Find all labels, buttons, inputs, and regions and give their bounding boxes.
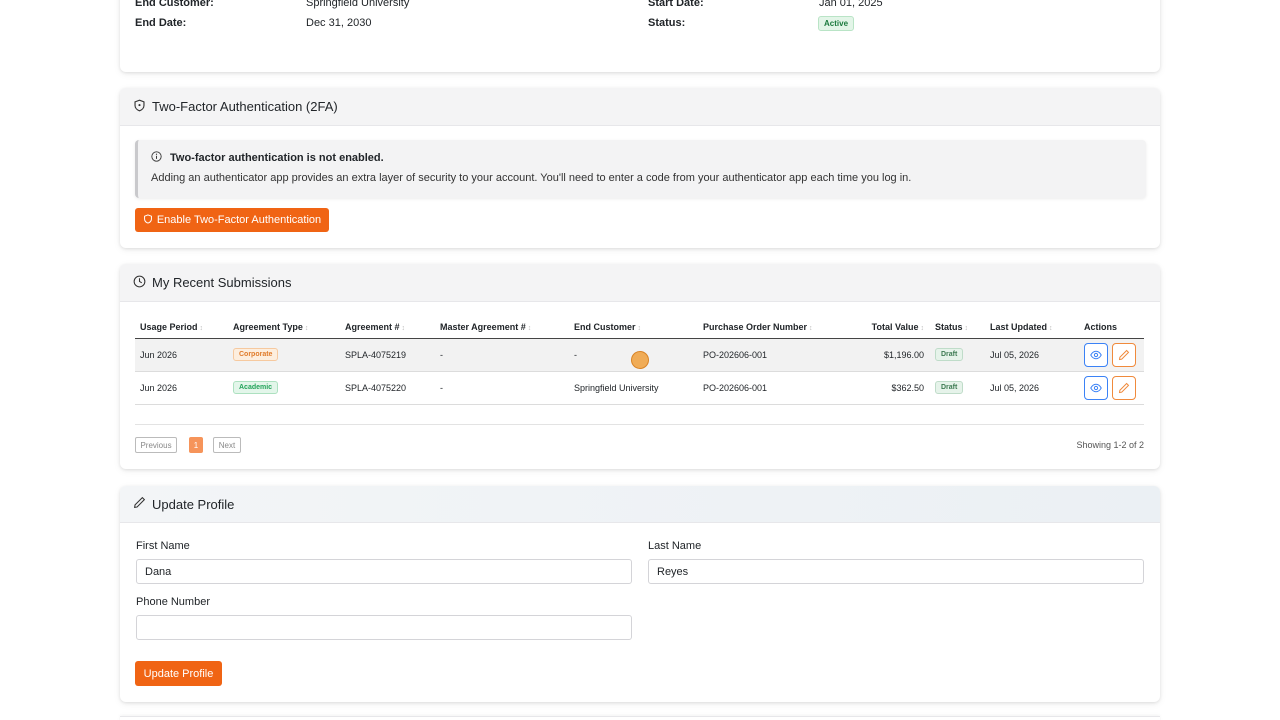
edit-button[interactable] (1112, 375, 1136, 400)
mouse-cursor (631, 351, 649, 369)
two-factor-alert: Two-factor authentication is not enabled… (135, 140, 1146, 198)
phone-label: Phone Number (136, 596, 210, 608)
last-name-label: Last Name (648, 540, 702, 552)
two-factor-title: Two-Factor Authentication (2FA) (152, 99, 338, 114)
edit-button[interactable] (1112, 342, 1136, 367)
status-badge: Active (818, 16, 855, 31)
col-total-value[interactable]: Total Value ↕ (838, 316, 930, 339)
next-page-button[interactable]: Next (213, 437, 241, 453)
two-factor-header: Two-Factor Authentication (2FA) (120, 88, 1160, 126)
alert-body: Adding an authenticator app provides an … (151, 172, 912, 184)
previous-page-button[interactable]: Previous (135, 437, 177, 453)
pagination-divider (135, 424, 1144, 425)
info-icon (151, 151, 170, 165)
agreement-type-badge: Corporate (233, 348, 279, 361)
end-customer-label: End Customer: (135, 0, 214, 9)
cell-total-value: $362.50 (838, 371, 930, 405)
page-1-button[interactable]: 1 (189, 437, 203, 453)
cell-total-value: $1,196.00 (838, 338, 930, 372)
col-agreement-type[interactable]: Agreement Type ↕ (228, 316, 340, 339)
next-card-edge (120, 716, 1160, 720)
shield-icon (143, 213, 157, 227)
profile-header: Update Profile (120, 486, 1160, 523)
two-factor-card: Two-Factor Authentication (2FA) Two-fact… (120, 88, 1160, 248)
start-date-label: Start Date: (648, 0, 704, 9)
agreement-type-badge: Academic (233, 381, 279, 394)
submissions-title: My Recent Submissions (152, 275, 292, 290)
pencil-icon (133, 496, 152, 512)
col-agreement-no[interactable]: Agreement # ↕ (340, 316, 435, 339)
col-end-customer[interactable]: End Customer ↕ (569, 316, 698, 339)
status-badge: Draft (935, 381, 964, 394)
shield-icon (133, 99, 152, 115)
cell-agreement-no: SPLA-4075220 (340, 371, 435, 405)
end-date-label: End Date: (135, 17, 187, 29)
col-po-number[interactable]: Purchase Order Number ↕ (698, 316, 838, 339)
col-master-agreement[interactable]: Master Agreement # ↕ (435, 316, 569, 339)
end-customer-value: Springfield University (306, 0, 410, 9)
enable-2fa-button[interactable]: Enable Two-Factor Authentication (135, 208, 329, 232)
alert-title: Two-factor authentication is not enabled… (170, 152, 384, 164)
clock-icon (133, 275, 152, 291)
enable-2fa-label: Enable Two-Factor Authentication (156, 214, 322, 226)
cell-end-customer: Springfield University (569, 371, 698, 405)
cell-po-number: PO-202606-001 (698, 371, 838, 405)
first-name-input[interactable] (136, 559, 632, 584)
table-header-row: Usage Period ↕ Agreement Type ↕ Agreement … (135, 316, 1144, 339)
cell-po-number: PO-202606-001 (698, 338, 838, 372)
col-status[interactable]: Status ↕ (930, 316, 985, 339)
status-label: Status: (648, 17, 686, 29)
view-button[interactable] (1084, 342, 1108, 367)
agreement-details-card: End Customer: Springfield University End… (120, 0, 1160, 72)
col-last-updated[interactable]: Last Updated ↕ (985, 316, 1079, 339)
pencil-icon (1118, 382, 1130, 393)
showing-count: Showing 1-2 of 2 (1076, 440, 1144, 450)
start-date-value: Jan 01, 2025 (819, 0, 883, 9)
pencil-icon (1118, 349, 1130, 360)
last-name-input[interactable] (648, 559, 1144, 584)
update-profile-card: Update Profile First Name Last Name Phon… (120, 486, 1160, 702)
status-badge-wrap: Active (818, 16, 855, 31)
status-badge: Draft (935, 348, 964, 361)
profile-title: Update Profile (152, 496, 235, 512)
phone-input[interactable] (136, 615, 632, 640)
col-usage-period[interactable]: Usage Period ↕ (135, 316, 228, 339)
cell-last-updated: Jul 05, 2026 (985, 371, 1079, 405)
cell-master-agreement: - (435, 371, 569, 405)
cell-agreement-no: SPLA-4075219 (340, 338, 435, 372)
first-name-label: First Name (136, 540, 190, 552)
view-button[interactable] (1084, 375, 1108, 400)
cell-master-agreement: - (435, 338, 569, 372)
end-date-value: Dec 31, 2030 (306, 17, 372, 29)
submissions-header: My Recent Submissions (120, 264, 1160, 302)
table-row[interactable]: Jun 2026 Academic SPLA-4075220 - Springf… (135, 371, 1144, 405)
cell-usage-period: Jun 2026 (135, 338, 228, 372)
update-profile-button[interactable]: Update Profile (135, 661, 222, 686)
col-actions: Actions (1079, 316, 1144, 339)
eye-icon (1090, 383, 1102, 392)
eye-icon (1090, 350, 1102, 359)
cell-last-updated: Jul 05, 2026 (985, 338, 1079, 372)
cell-usage-period: Jun 2026 (135, 371, 228, 405)
